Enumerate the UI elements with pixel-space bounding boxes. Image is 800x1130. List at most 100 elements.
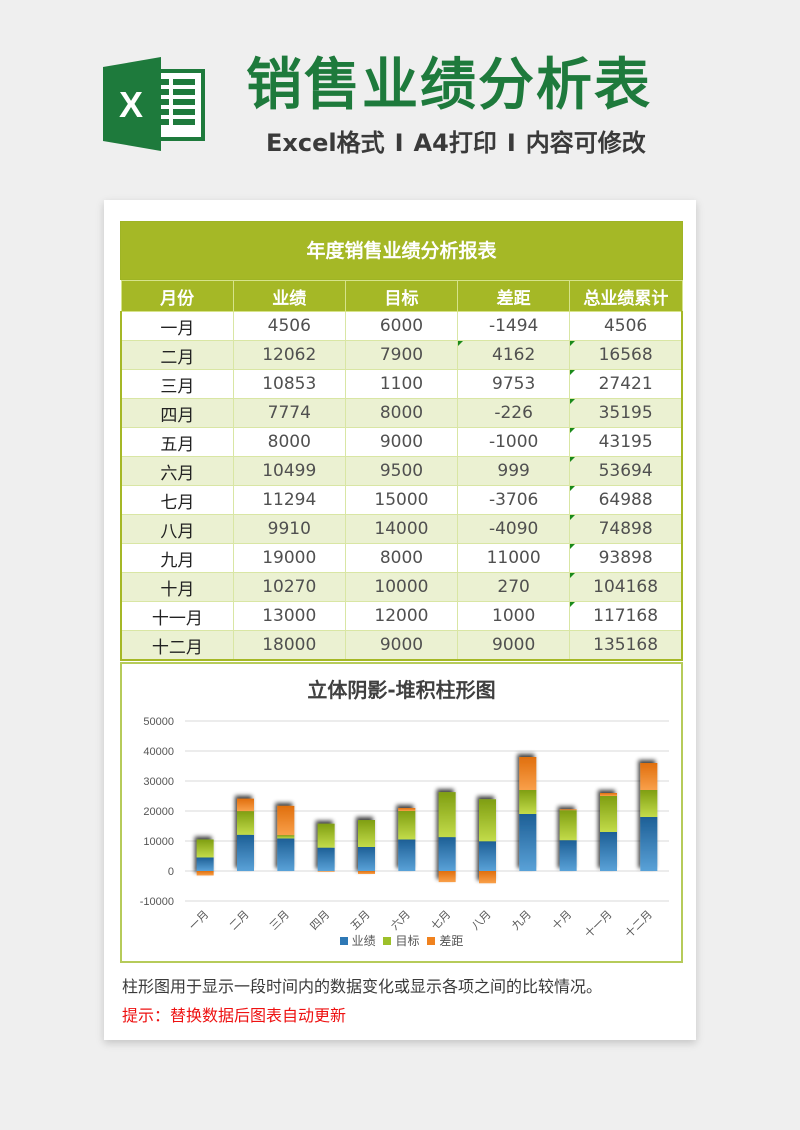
bar-target[interactable] bbox=[640, 790, 658, 817]
cell-target[interactable]: 14000 bbox=[344, 514, 459, 544]
cell-month[interactable]: 一月 bbox=[119, 311, 234, 341]
bar-actual[interactable] bbox=[600, 832, 617, 871]
cell-target[interactable]: 10000 bbox=[344, 572, 459, 602]
bar-gap[interactable] bbox=[398, 808, 416, 812]
cell-month[interactable]: 六月 bbox=[119, 456, 234, 486]
cell-cumulative[interactable]: 74898 bbox=[569, 514, 684, 544]
cell-gap[interactable]: 1000 bbox=[457, 601, 571, 631]
cell-actual[interactable]: 8000 bbox=[232, 427, 346, 457]
cell-actual[interactable]: 7774 bbox=[232, 398, 346, 428]
cell-cumulative[interactable]: 64988 bbox=[569, 485, 684, 515]
cell-target[interactable]: 9500 bbox=[344, 456, 459, 486]
bar-actual[interactable] bbox=[277, 838, 295, 871]
bar-target[interactable] bbox=[358, 820, 375, 847]
cell-actual[interactable]: 12062 bbox=[232, 340, 346, 370]
bar-gap[interactable] bbox=[317, 871, 335, 872]
bar-actual[interactable] bbox=[519, 814, 537, 871]
logo-letter: X bbox=[119, 84, 143, 125]
cell-cumulative[interactable]: 104168 bbox=[569, 572, 684, 602]
cell-cumulative[interactable]: 43195 bbox=[569, 427, 684, 457]
cell-cumulative[interactable]: 16568 bbox=[569, 340, 684, 370]
cell-cumulative[interactable]: 135168 bbox=[569, 630, 684, 661]
bar-gap[interactable] bbox=[600, 793, 617, 796]
cell-target[interactable]: 9000 bbox=[344, 630, 459, 661]
bar-target[interactable] bbox=[196, 839, 214, 858]
bar-gap[interactable] bbox=[438, 871, 456, 883]
cell-target[interactable]: 12000 bbox=[344, 601, 459, 631]
cell-month[interactable]: 五月 bbox=[119, 427, 234, 457]
bar-gap[interactable] bbox=[237, 798, 254, 812]
cell-target[interactable]: 9000 bbox=[344, 427, 459, 457]
bar-actual[interactable] bbox=[196, 857, 214, 871]
bar-actual[interactable] bbox=[317, 847, 335, 871]
cell-cumulative[interactable]: 35195 bbox=[569, 398, 684, 428]
bar-target[interactable] bbox=[317, 823, 335, 848]
bar-target[interactable] bbox=[600, 796, 617, 832]
cell-actual[interactable]: 10853 bbox=[232, 369, 346, 399]
cell-gap[interactable]: -3706 bbox=[457, 485, 571, 515]
bar-gap[interactable] bbox=[640, 763, 658, 790]
cell-actual[interactable]: 13000 bbox=[232, 601, 346, 631]
cell-month[interactable]: 八月 bbox=[119, 514, 234, 544]
bar-actual[interactable] bbox=[438, 837, 456, 871]
cell-gap[interactable]: 9000 bbox=[457, 630, 571, 661]
cell-gap[interactable]: -1494 bbox=[457, 311, 571, 341]
bar-stack bbox=[398, 808, 416, 871]
bar-target[interactable] bbox=[438, 792, 456, 838]
bar-actual[interactable] bbox=[479, 841, 496, 871]
cell-target[interactable]: 7900 bbox=[344, 340, 459, 370]
cell-month[interactable]: 九月 bbox=[119, 543, 234, 573]
cell-month[interactable]: 七月 bbox=[119, 485, 234, 515]
bar-target[interactable] bbox=[479, 799, 496, 842]
cell-month[interactable]: 三月 bbox=[119, 369, 234, 399]
cell-gap[interactable]: 11000 bbox=[457, 543, 571, 573]
cell-actual[interactable]: 10499 bbox=[232, 456, 346, 486]
cell-text: 53694 bbox=[598, 461, 653, 481]
cell-cumulative[interactable]: 4506 bbox=[569, 311, 684, 341]
cell-actual[interactable]: 4506 bbox=[232, 311, 346, 341]
bar-target[interactable] bbox=[237, 811, 254, 835]
cell-month[interactable]: 四月 bbox=[119, 398, 234, 428]
bar-actual[interactable] bbox=[640, 817, 658, 871]
bar-target[interactable] bbox=[398, 811, 416, 840]
cell-actual[interactable]: 10270 bbox=[232, 572, 346, 602]
bar-target[interactable] bbox=[277, 835, 295, 839]
cell-actual[interactable]: 9910 bbox=[232, 514, 346, 544]
bar-actual[interactable] bbox=[559, 840, 577, 871]
cell-cumulative[interactable]: 27421 bbox=[569, 369, 684, 399]
cell-month[interactable]: 十一月 bbox=[119, 601, 234, 631]
cell-text: 8000 bbox=[379, 403, 424, 423]
cell-cumulative[interactable]: 93898 bbox=[569, 543, 684, 573]
cell-month[interactable]: 十月 bbox=[119, 572, 234, 602]
cell-month[interactable]: 二月 bbox=[119, 340, 234, 370]
cell-target[interactable]: 8000 bbox=[344, 398, 459, 428]
cell-gap[interactable]: 9753 bbox=[457, 369, 571, 399]
cell-gap[interactable]: 4162 bbox=[457, 340, 571, 370]
bar-gap[interactable] bbox=[479, 871, 496, 884]
bar-actual[interactable] bbox=[358, 847, 375, 871]
bar-gap[interactable] bbox=[358, 871, 375, 874]
bar-gap[interactable] bbox=[519, 757, 537, 790]
cell-gap[interactable]: 270 bbox=[457, 572, 571, 602]
cell-actual[interactable]: 18000 bbox=[232, 630, 346, 661]
cell-cumulative[interactable]: 117168 bbox=[569, 601, 684, 631]
cell-gap[interactable]: -4090 bbox=[457, 514, 571, 544]
bar-actual[interactable] bbox=[237, 834, 254, 871]
cell-target[interactable]: 6000 bbox=[344, 311, 459, 341]
cell-gap[interactable]: 999 bbox=[457, 456, 571, 486]
bar-gap[interactable] bbox=[559, 809, 577, 811]
cell-gap[interactable]: -1000 bbox=[457, 427, 571, 457]
cell-actual[interactable]: 11294 bbox=[232, 485, 346, 515]
bar-target[interactable] bbox=[519, 790, 537, 814]
bar-gap[interactable] bbox=[196, 871, 214, 876]
cell-target[interactable]: 1100 bbox=[344, 369, 459, 399]
cell-cumulative[interactable]: 53694 bbox=[569, 456, 684, 486]
cell-gap[interactable]: -226 bbox=[457, 398, 571, 428]
cell-month[interactable]: 十二月 bbox=[119, 630, 234, 661]
cell-target[interactable]: 8000 bbox=[344, 543, 459, 573]
bar-target[interactable] bbox=[559, 810, 577, 841]
cell-target[interactable]: 15000 bbox=[344, 485, 459, 515]
cell-actual[interactable]: 19000 bbox=[232, 543, 346, 573]
bar-gap[interactable] bbox=[277, 805, 295, 836]
bar-actual[interactable] bbox=[398, 839, 416, 871]
